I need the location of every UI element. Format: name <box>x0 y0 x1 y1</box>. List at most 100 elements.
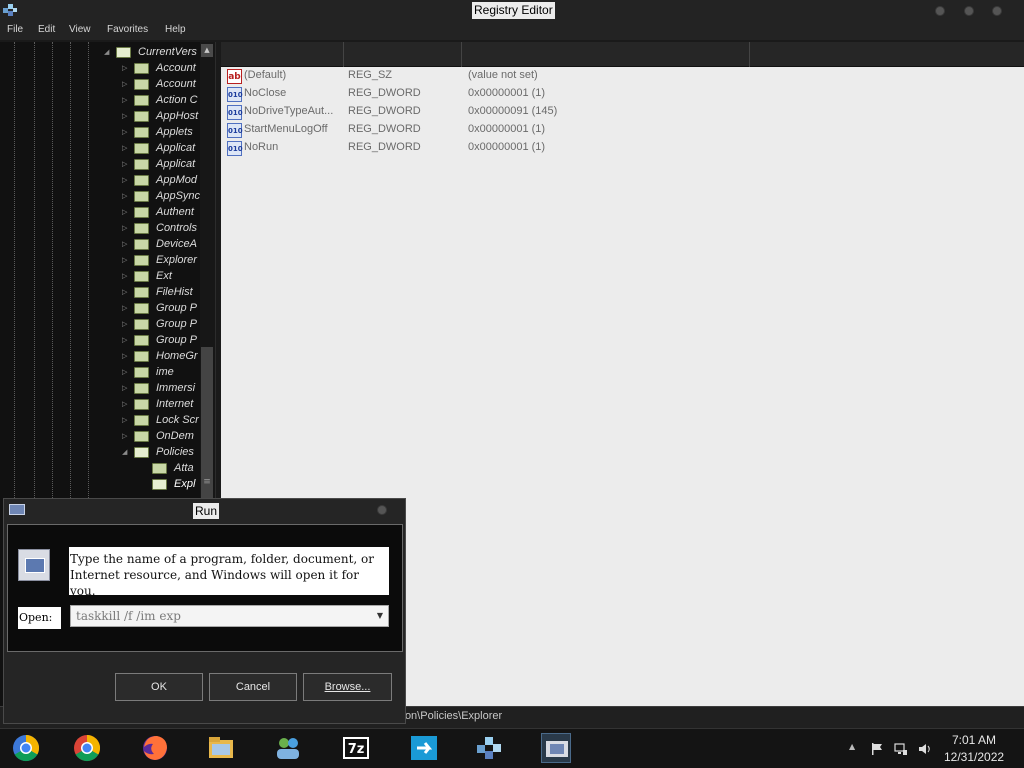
tree-item[interactable]: ▷ Explorer <box>122 252 200 268</box>
tree-item[interactable]: Atta <box>140 460 200 476</box>
flag-icon[interactable] <box>870 741 884 755</box>
taskbar-7zip-icon[interactable]: 7z <box>341 733 371 763</box>
expand-arrow-icon[interactable]: ▷ <box>122 380 130 396</box>
value-row[interactable]: 010 NoDriveTypeAut... REG_DWORD 0x00000091 … <box>221 104 1024 122</box>
tree-item[interactable]: ▷ AppSync <box>122 188 200 204</box>
value-row[interactable]: 010 NoClose REG_DWORD 0x00000001 (1) <box>221 86 1024 104</box>
expand-arrow-icon[interactable]: ▷ <box>122 92 130 108</box>
tree-item[interactable]: ▷ OnDem <box>122 428 200 444</box>
expanded-arrow-icon[interactable]: ◢ <box>122 444 130 460</box>
expand-arrow-icon[interactable]: ▷ <box>122 284 130 300</box>
expand-arrow-icon[interactable]: ▷ <box>122 364 130 380</box>
tree-item[interactable]: ▷ Group P <box>122 316 200 332</box>
tree-item[interactable]: ▷ Applicat <box>122 156 200 172</box>
tree-item-label: Account <box>156 62 196 74</box>
taskbar-chrome-icon[interactable] <box>72 733 102 763</box>
taskbar-registry-editor-icon[interactable] <box>474 733 504 763</box>
tree-item[interactable]: ▷ Applets <box>122 124 200 140</box>
taskbar-people-icon[interactable] <box>273 733 303 763</box>
value-row[interactable]: ab (Default) REG_SZ (value not set) <box>221 68 1024 86</box>
tree-item[interactable]: ▷ Group P <box>122 300 200 316</box>
tree-item[interactable]: ▷ AppHost <box>122 108 200 124</box>
tree-item[interactable]: Expl <box>140 476 200 492</box>
taskbar-file-explorer-icon[interactable] <box>206 733 236 763</box>
expand-arrow-icon[interactable]: ▷ <box>122 172 130 188</box>
run-command-input[interactable]: taskkill /f /im exp ▼ <box>70 605 389 627</box>
expand-arrow-icon[interactable]: ▷ <box>122 348 130 364</box>
menu-favorites[interactable]: Favorites <box>107 24 148 35</box>
tree-item[interactable]: ▷ Internet <box>122 396 200 412</box>
folder-icon <box>134 63 149 74</box>
menu-help[interactable]: Help <box>165 24 186 35</box>
clock-date[interactable]: 12/31/2022 <box>944 750 1004 764</box>
expand-arrow-icon[interactable]: ▷ <box>122 108 130 124</box>
run-body: Type the name of a program, folder, docu… <box>7 524 403 652</box>
tree-item[interactable]: ▷ Controls <box>122 220 200 236</box>
tree-item[interactable]: ▷ ime <box>122 364 200 380</box>
expand-arrow-icon[interactable]: ▷ <box>122 332 130 348</box>
show-hidden-icons-icon[interactable]: ▲ <box>849 742 855 751</box>
tree-item[interactable]: ◢ CurrentVers <box>104 44 200 60</box>
tree-item[interactable]: ▷ Immersi <box>122 380 200 396</box>
expand-arrow-icon[interactable]: ▷ <box>122 236 130 252</box>
expand-arrow-icon[interactable]: ▷ <box>122 156 130 172</box>
tree-item[interactable]: ▷ Lock Scr <box>122 412 200 428</box>
tree-item[interactable]: ▷ Authent <box>122 204 200 220</box>
expand-arrow-icon[interactable]: ▷ <box>122 300 130 316</box>
expand-arrow-icon[interactable]: ▷ <box>122 140 130 156</box>
value-row[interactable]: 010 StartMenuLogOff REG_DWORD 0x00000001 (1… <box>221 122 1024 140</box>
close-button[interactable] <box>992 6 1002 16</box>
expand-arrow-icon[interactable]: ▷ <box>122 428 130 444</box>
taskbar-chrome-beta-icon[interactable] <box>11 733 41 763</box>
minimize-button[interactable] <box>935 6 945 16</box>
taskbar-run-dialog-icon[interactable] <box>409 733 439 763</box>
network-icon[interactable] <box>894 741 908 755</box>
tree-item[interactable]: ▷ Account <box>122 60 200 76</box>
menu-view[interactable]: View <box>69 24 91 35</box>
tree-item[interactable]: ▷ Account <box>122 76 200 92</box>
dropdown-arrow-icon[interactable]: ▼ <box>373 607 387 625</box>
registry-titlebar[interactable]: Registry Editor <box>0 0 1024 22</box>
tree-item[interactable]: ▷ Ext <box>122 268 200 284</box>
values-header <box>221 42 1024 67</box>
tree-item-label: Explorer <box>156 254 197 266</box>
expand-arrow-icon[interactable]: ▷ <box>122 188 130 204</box>
cancel-button[interactable]: Cancel <box>209 673 297 701</box>
tree-item[interactable]: ◢ Policies <box>122 444 200 460</box>
tree-item[interactable]: ▷ Group P <box>122 332 200 348</box>
expand-arrow-icon[interactable]: ▷ <box>122 60 130 76</box>
tree-item[interactable]: ▷ Action C <box>122 92 200 108</box>
expand-arrow-icon[interactable]: ▷ <box>122 220 130 236</box>
expand-arrow-icon[interactable]: ▷ <box>122 268 130 284</box>
tree-item[interactable]: ▷ FileHist <box>122 284 200 300</box>
expanded-arrow-icon[interactable]: ◢ <box>104 44 112 60</box>
run-command-text[interactable]: taskkill /f /im exp <box>76 608 181 624</box>
value-row[interactable]: 010 NoRun REG_DWORD 0x00000001 (1) <box>221 140 1024 158</box>
ok-button[interactable]: OK <box>115 673 203 701</box>
run-dialog[interactable]: Run Type the name of a program, folder, … <box>3 498 406 724</box>
browse-button[interactable]: Browse... <box>303 673 392 701</box>
clock-time[interactable]: 7:01 AM <box>952 733 996 747</box>
expand-arrow-icon[interactable]: ▷ <box>122 396 130 412</box>
menu-file[interactable]: File <box>7 24 23 35</box>
tree-item[interactable]: ▷ DeviceA <box>122 236 200 252</box>
scroll-up-arrow-icon[interactable]: ▲ <box>201 44 213 57</box>
expand-arrow-icon[interactable]: ▷ <box>122 124 130 140</box>
expand-arrow-icon[interactable]: ▷ <box>122 412 130 428</box>
column-separator[interactable] <box>749 42 750 67</box>
expand-arrow-icon[interactable]: ▷ <box>122 316 130 332</box>
volume-icon[interactable] <box>918 741 932 755</box>
run-close-button[interactable] <box>377 505 387 515</box>
column-separator[interactable] <box>343 42 344 67</box>
menu-edit[interactable]: Edit <box>38 24 55 35</box>
expand-arrow-icon[interactable]: ▷ <box>122 204 130 220</box>
taskbar-firefox-icon[interactable] <box>140 733 170 763</box>
expand-arrow-icon[interactable]: ▷ <box>122 252 130 268</box>
tree-item[interactable]: ▷ Applicat <box>122 140 200 156</box>
expand-arrow-icon[interactable]: ▷ <box>122 76 130 92</box>
maximize-button[interactable] <box>964 6 974 16</box>
column-separator[interactable] <box>461 42 462 67</box>
tree-item[interactable]: ▷ AppMod <box>122 172 200 188</box>
taskbar-run-window-icon[interactable] <box>541 733 571 763</box>
tree-item[interactable]: ▷ HomeGr <box>122 348 200 364</box>
